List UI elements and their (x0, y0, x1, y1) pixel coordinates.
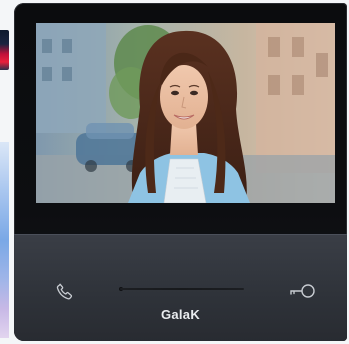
brand-logo-text: GalaK (160, 307, 201, 322)
phone-icon (56, 283, 73, 300)
call-button[interactable] (52, 280, 78, 304)
speaker-grille (120, 288, 244, 290)
adjacent-panel-edge (0, 142, 9, 338)
adjacent-device-edge (0, 30, 9, 70)
unlock-button[interactable] (285, 279, 319, 303)
video-intercom-monitor: GalaK (14, 3, 347, 341)
control-panel: GalaK (14, 234, 347, 341)
video-screen (36, 23, 335, 203)
key-icon (290, 284, 315, 298)
camera-feed-image (36, 23, 335, 203)
